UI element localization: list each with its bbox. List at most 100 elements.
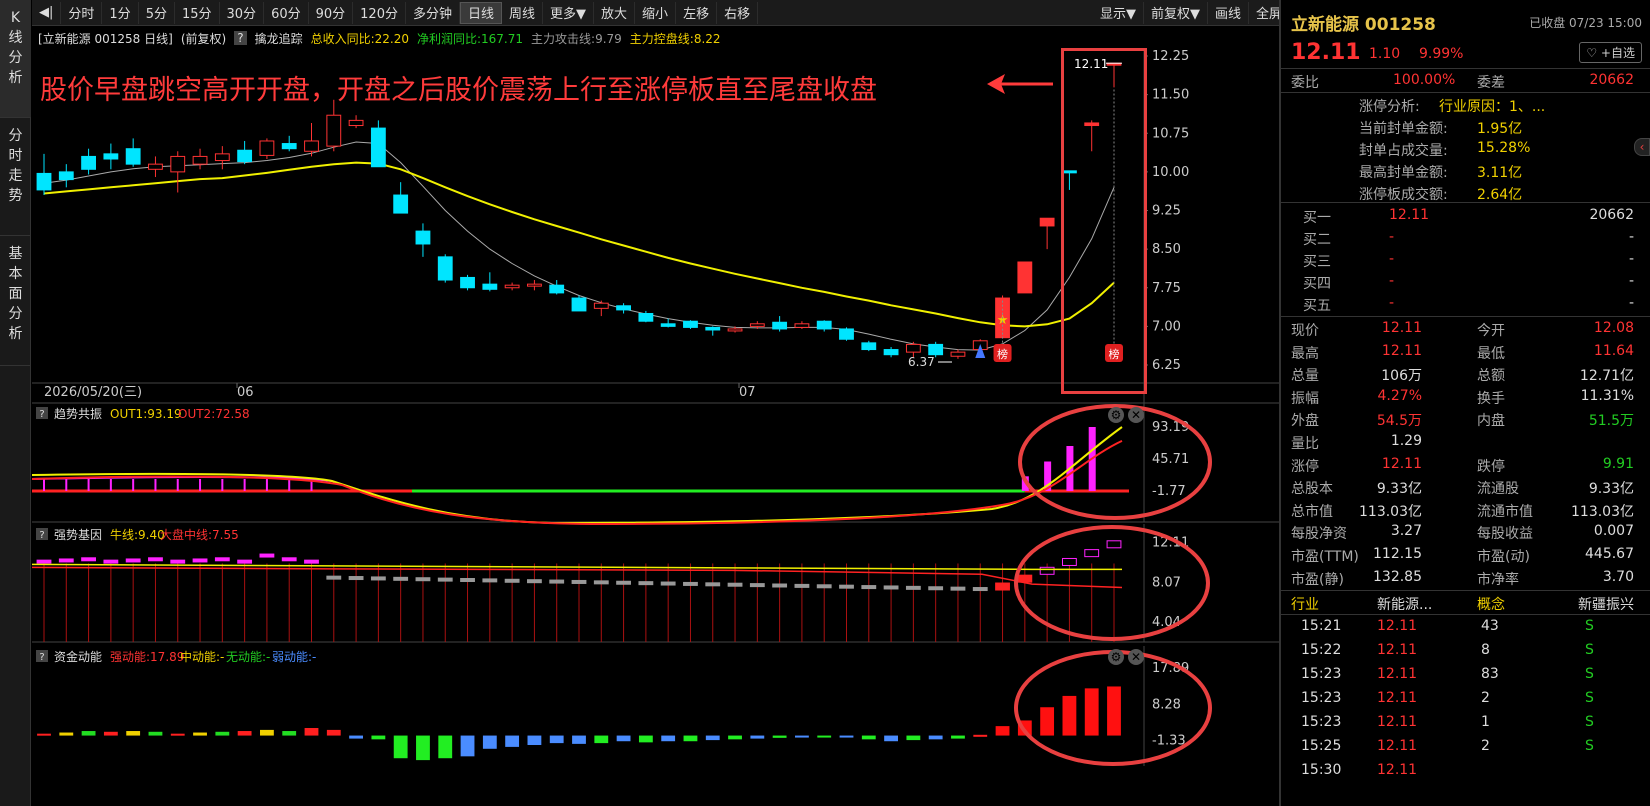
stat-value: 112.15: [1373, 546, 1422, 562]
period-30min[interactable]: 30分: [220, 1, 265, 24]
stat-value: 9.33亿: [1376, 481, 1422, 498]
candle-body: [638, 313, 654, 322]
candle-body: [928, 343, 944, 356]
candle: [950, 349, 966, 359]
shift-left-button[interactable]: 左移: [676, 1, 718, 24]
nav-kline-analysis[interactable]: K线分析: [0, 0, 31, 118]
concept-value[interactable]: 新疆振兴: [1578, 594, 1634, 614]
p4-bar: [817, 735, 832, 738]
period-5min[interactable]: 5分: [139, 1, 175, 24]
candle-body: [81, 155, 96, 170]
stat-label: 外盘: [1291, 413, 1319, 430]
period-multi-min[interactable]: 多分钟: [406, 1, 460, 24]
close-icon[interactable]: ✕: [1128, 407, 1144, 423]
tick-side: S: [1585, 666, 1594, 682]
nav-fundamental-analysis[interactable]: 基本面分析: [0, 236, 31, 366]
p4-bar: [59, 732, 74, 736]
industry-tab[interactable]: 行业: [1291, 594, 1319, 614]
buy-level-label: 买五: [1303, 298, 1331, 314]
p3-bar: [571, 579, 587, 584]
candle-body: [58, 171, 74, 181]
divider: [1281, 92, 1650, 93]
p4-bar: [326, 729, 341, 736]
candle-body: [460, 276, 475, 289]
p4-bar: [973, 734, 988, 737]
p4-bar: [549, 735, 564, 744]
stat-value: 1.29: [1390, 433, 1422, 449]
candle: [348, 115, 364, 129]
candle: [482, 272, 498, 292]
period-toolbar: ◀| 分时 1分 5分 15分 30分 60分 90分 120分 多分钟 日线 …: [32, 0, 1290, 26]
buy-volume: -: [1628, 251, 1634, 267]
tick-volume: 2: [1481, 738, 1490, 754]
period-90min[interactable]: 90分: [309, 1, 354, 24]
stat-value: 12.11: [1381, 342, 1422, 359]
candle: [370, 120, 386, 168]
stat-label: 总量: [1291, 368, 1319, 385]
p4-bar: [81, 731, 96, 736]
p3-bar: [616, 580, 631, 585]
annotation-arrow-icon: [987, 74, 1053, 94]
p3-bar: [281, 557, 297, 562]
gear-icon[interactable]: ⚙: [1108, 649, 1124, 665]
concept-tab[interactable]: 概念: [1477, 594, 1505, 614]
help-icon-text: ?: [39, 652, 44, 663]
zoom-in-button[interactable]: 放大: [594, 1, 636, 24]
draw-line-button[interactable]: 画线: [1208, 1, 1249, 24]
p3-bar: [705, 582, 721, 587]
candle: [794, 321, 810, 329]
more-dropdown[interactable]: 更多▼: [543, 1, 595, 24]
period-weekly[interactable]: 周线: [502, 1, 544, 24]
price-tick-label: 7.00: [1152, 319, 1181, 334]
candle-body: [393, 194, 409, 214]
period-15min[interactable]: 15分: [175, 1, 220, 24]
collapse-button[interactable]: ◀|: [32, 1, 62, 24]
add-watchlist-button[interactable]: ♡ +自选: [1579, 42, 1642, 63]
help-icon[interactable]: ?: [234, 31, 247, 45]
panel4-none: 无动能:-: [226, 650, 270, 664]
tick-price: 12.11: [1377, 618, 1418, 634]
buy-level-label: 买一: [1303, 210, 1331, 226]
industry-value[interactable]: 新能源...: [1377, 594, 1432, 614]
stat-value: 3.70: [1602, 568, 1634, 585]
nav-intraday-trend[interactable]: 分时走势: [0, 118, 31, 236]
panel2-out2: OUT2:72.58: [178, 407, 250, 421]
chevron-left-icon[interactable]: ‹: [1634, 138, 1650, 156]
candle-body: [192, 155, 208, 165]
period-daily[interactable]: 日线: [460, 1, 503, 24]
candle: [326, 99, 342, 152]
indicator-name[interactable]: 擒龙追踪: [255, 30, 303, 47]
tick-price: 12.11: [1377, 666, 1418, 682]
gear-icon[interactable]: ⚙: [1108, 407, 1124, 423]
zt-label: 封单占成交量:: [1359, 143, 1448, 159]
candle-body: [527, 283, 542, 287]
price-tick-label: 11.50: [1152, 88, 1189, 103]
tick-time: 15:23: [1301, 690, 1342, 706]
p4-bar: [594, 735, 609, 744]
period-60min[interactable]: 60分: [264, 1, 309, 24]
zt-value[interactable]: 行业原因：1、...: [1439, 96, 1545, 116]
candle-body: [749, 323, 765, 327]
p4-bar: [728, 735, 742, 740]
candle-body: [660, 323, 676, 327]
price-tick-label: 7.75: [1152, 281, 1181, 296]
period-intraday[interactable]: 分时: [61, 1, 103, 24]
p3-bar: [972, 587, 988, 592]
highlight-ring-gene: [1014, 525, 1210, 641]
candle-body: [437, 256, 453, 281]
price-tick-label: 10.75: [1152, 126, 1189, 141]
last-price: 12.11: [1291, 40, 1361, 65]
zoom-out-button[interactable]: 缩小: [635, 1, 677, 24]
display-dropdown[interactable]: 显示▼: [1093, 1, 1144, 24]
tick-price: 12.11: [1377, 690, 1418, 706]
candle-body: [259, 140, 275, 156]
adjust-dropdown[interactable]: 前复权▼: [1144, 1, 1208, 24]
p3-bar: [437, 577, 453, 582]
period-120min[interactable]: 120分: [353, 1, 406, 24]
candle: [237, 140, 253, 165]
shift-right-button[interactable]: 右移: [717, 1, 759, 24]
close-icon[interactable]: ✕: [1128, 649, 1144, 665]
p3-bar: [995, 582, 1010, 591]
period-1min[interactable]: 1分: [102, 1, 139, 24]
stat-label: 每股收益: [1477, 526, 1533, 543]
